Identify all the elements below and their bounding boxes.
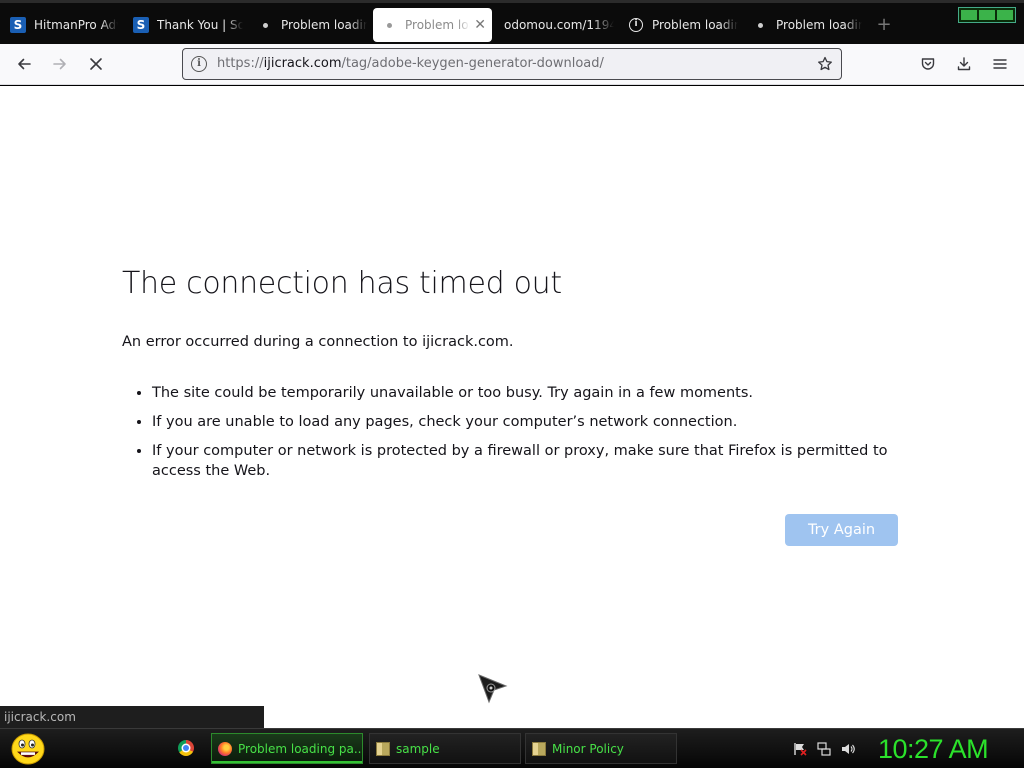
page-content: The connection has timed out An error oc… bbox=[0, 86, 1024, 728]
error-description: An error occurred during a connection to… bbox=[122, 334, 514, 350]
tab-label: Thank You | Sophos bbox=[157, 18, 243, 32]
taskbar-item-label: Problem loading pa... bbox=[238, 741, 363, 756]
screen: S HitmanPro Advanced S Thank You | Sopho… bbox=[0, 0, 1024, 768]
hamburger-menu-icon[interactable] bbox=[986, 50, 1014, 78]
folder-icon bbox=[532, 741, 546, 756]
tab-thank-you-sophos[interactable]: S Thank You | Sophos bbox=[133, 8, 243, 42]
tab-strip: S HitmanPro Advanced S Thank You | Sopho… bbox=[0, 0, 1024, 44]
taskbar-clock[interactable]: 10:27 AM bbox=[878, 729, 989, 768]
try-again-button[interactable]: Try Again bbox=[785, 514, 898, 546]
downloads-icon[interactable] bbox=[950, 50, 978, 78]
navigation-toolbar: i https://ijicrack.com/tag/adobe-keygen-… bbox=[0, 44, 1024, 85]
taskbar-item-minor-policy[interactable]: Minor Policy bbox=[525, 733, 677, 764]
bookmark-star-icon[interactable] bbox=[815, 54, 835, 74]
taskbar-item-label: Minor Policy bbox=[552, 741, 624, 756]
tab-label: Problem loading page bbox=[652, 18, 738, 32]
folder-icon bbox=[376, 741, 390, 756]
back-arrow-icon[interactable] bbox=[10, 50, 38, 78]
tab-label: odomou.com/1194 bbox=[504, 18, 614, 32]
tab-problem-loading-3[interactable]: Problem loading page bbox=[752, 8, 862, 42]
taskbar-item-label: sample bbox=[396, 741, 440, 756]
taskbar: Problem loading pa... sample Minor Polic… bbox=[0, 728, 1024, 768]
site-info-icon[interactable]: i bbox=[191, 56, 207, 72]
smiley-start-icon[interactable] bbox=[10, 732, 46, 766]
url-path: /tag/adobe-keygen-generator-download/ bbox=[341, 56, 604, 71]
new-tab-plus-icon[interactable]: + bbox=[874, 15, 894, 35]
tab-label: Problem loading page bbox=[281, 18, 367, 32]
sophos-s-icon: S bbox=[133, 17, 149, 33]
close-tab-icon[interactable]: ✕ bbox=[474, 17, 486, 33]
sophos-s-icon: S bbox=[10, 17, 26, 33]
tab-hitmanpro[interactable]: S HitmanPro Advanced bbox=[10, 8, 118, 42]
tab-odomou[interactable]: odomou.com/1194 bbox=[504, 8, 614, 42]
loading-dot-icon bbox=[381, 17, 397, 33]
tab-label: Problem loading page bbox=[405, 18, 470, 32]
list-item: The site could be temporarily unavailabl… bbox=[152, 383, 912, 403]
info-icon: i bbox=[628, 17, 644, 33]
tab-label: HitmanPro Advanced bbox=[34, 18, 118, 32]
network-icon[interactable] bbox=[817, 741, 831, 756]
taskbar-item-sample[interactable]: sample bbox=[369, 733, 521, 764]
loading-dot-icon bbox=[257, 17, 273, 33]
error-suggestions-list: The site could be temporarily unavailabl… bbox=[152, 383, 912, 490]
mouse-cursor-icon bbox=[476, 672, 510, 706]
stop-loading-icon[interactable] bbox=[82, 50, 110, 78]
tab-label: Problem loading page bbox=[776, 18, 862, 32]
tab-problem-loading-2[interactable]: i Problem loading page bbox=[628, 8, 738, 42]
volume-icon[interactable] bbox=[841, 741, 855, 755]
tab-problem-loading-1[interactable]: Problem loading page bbox=[257, 8, 367, 42]
action-center-flag-icon[interactable] bbox=[793, 741, 807, 756]
forward-arrow-icon[interactable] bbox=[46, 50, 74, 78]
tab-problem-loading-active[interactable]: Problem loading page ✕ bbox=[373, 8, 492, 42]
system-meter-widget bbox=[958, 7, 1016, 23]
url-scheme: https:// bbox=[217, 56, 264, 71]
chrome-icon[interactable] bbox=[178, 740, 194, 756]
list-item: If your computer or network is protected… bbox=[152, 441, 912, 481]
list-item: If you are unable to load any pages, che… bbox=[152, 412, 912, 432]
pocket-icon[interactable] bbox=[914, 50, 942, 78]
status-url-text: ijicrack.com bbox=[0, 706, 264, 728]
address-bar[interactable]: i https://ijicrack.com/tag/adobe-keygen-… bbox=[182, 48, 842, 80]
taskbar-item-firefox[interactable]: Problem loading pa... bbox=[211, 733, 363, 764]
loading-dot-icon bbox=[752, 17, 768, 33]
error-title: The connection has timed out bbox=[122, 266, 562, 301]
url-text[interactable]: https://ijicrack.com/tag/adobe-keygen-ge… bbox=[217, 49, 604, 79]
firefox-icon bbox=[218, 741, 232, 756]
url-host: ijicrack.com bbox=[263, 56, 342, 71]
